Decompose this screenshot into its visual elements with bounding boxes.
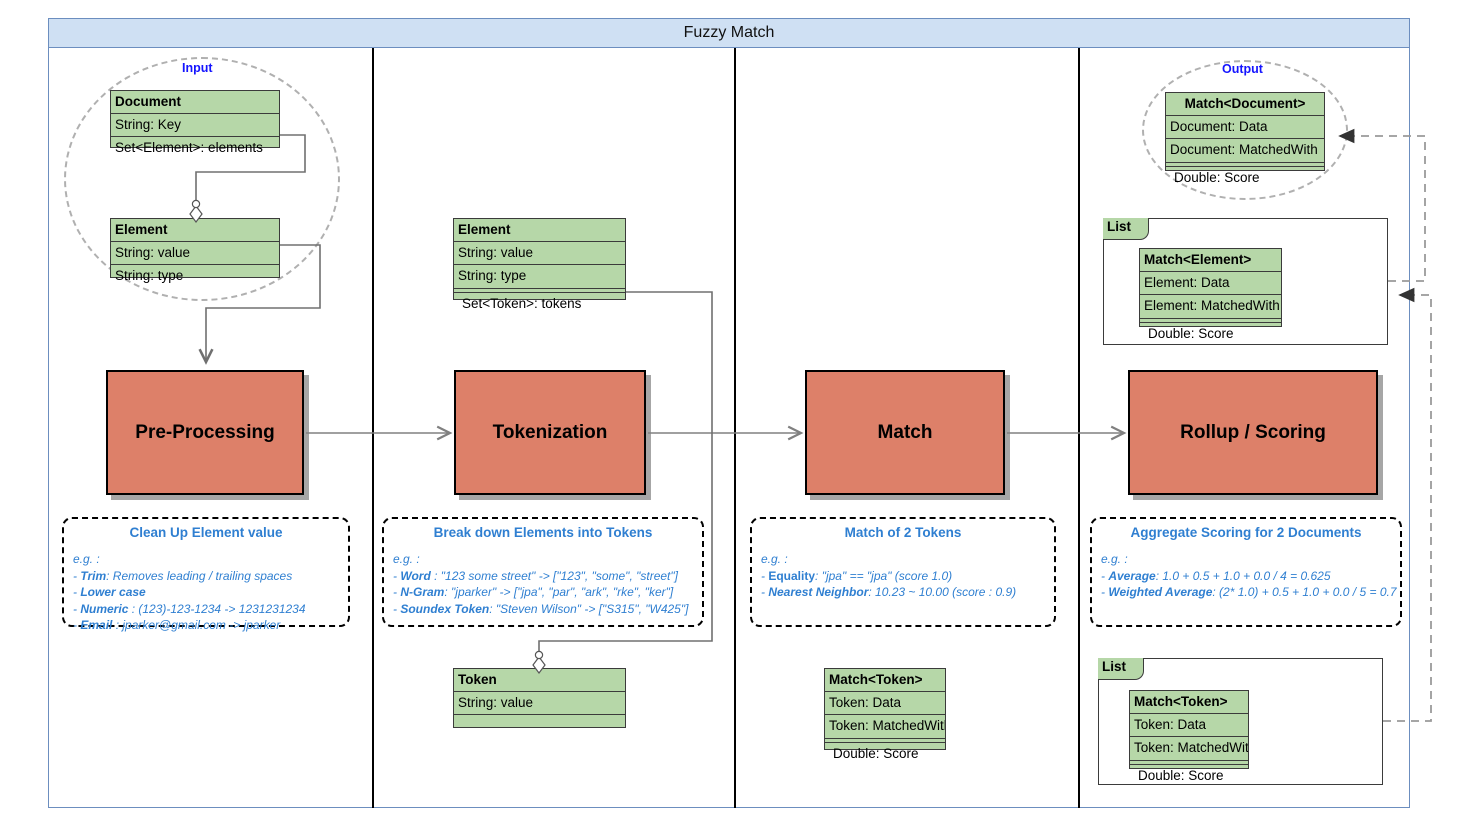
class-match-element-row-2: Double: Score <box>1140 321 1281 345</box>
class-element-tokenized-row-1: String: type <box>454 265 625 289</box>
class-match-document-row-0: Document: Data <box>1166 116 1324 140</box>
note-line: - Trim: Removes leading / trailing space… <box>73 568 293 583</box>
note-line: - N-Gram: "jparker" -> ["jpa", "par", "a… <box>393 585 674 600</box>
class-match-document-row-1: Document: MatchedWith <box>1166 139 1324 163</box>
process-pre-processing[interactable]: Pre-Processing <box>106 370 304 495</box>
note-2-title: Break down Elements into Tokens <box>433 525 653 540</box>
note-4-title: Aggregate Scoring for 2 Documents <box>1130 525 1362 540</box>
note-1-title: Clean Up Element value <box>129 525 283 540</box>
note-line: - Nearest Neighbor: 10.23 ~ 10.00 (score… <box>761 585 1017 600</box>
note-2-lines: e.g. : - Word : "123 some street" -> ["12… <box>393 551 693 617</box>
class-match-token-rollup: Match<Token> Token: Data Token: MatchedW… <box>1129 690 1249 783</box>
note-line: - Numeric : (123)-123-1234 -> 1231231234 <box>73 601 306 616</box>
note-line: - Average: 1.0 + 0.5 + 1.0 + 0.0 / 4 = 0… <box>1101 568 1331 583</box>
class-match-document-row-2: Double: Score <box>1166 165 1324 189</box>
class-token-header: Token <box>454 669 625 693</box>
class-match-token-row-1: Token: MatchedWith <box>825 715 945 739</box>
diagram-canvas: Fuzzy Match Input Document String: Key S… <box>0 0 1458 830</box>
class-match-token-row-2: Double: Score <box>825 741 945 765</box>
class-match-token-rollup-row-0: Token: Data <box>1130 714 1248 738</box>
class-element-input-row-0: String: value <box>111 242 279 266</box>
class-match-document: Match<Document> Document: Data Document:… <box>1165 92 1325 185</box>
note-line: - Soundex Token: "Steven Wilson" -> ["S3… <box>393 601 689 616</box>
lane-divider-3 <box>1078 48 1080 808</box>
class-element-tokenized-row-0: String: value <box>454 242 625 266</box>
note-3-lines: e.g. : - Equality: "jpa" == "jpa" (score … <box>761 551 1045 601</box>
class-match-token-row-0: Token: Data <box>825 692 945 716</box>
process-rollup-scoring[interactable]: Rollup / Scoring <box>1128 370 1378 495</box>
note-line: e.g. : <box>1101 552 1128 566</box>
output-group-label: Output <box>1222 62 1263 76</box>
note-line: - Equality: "jpa" == "jpa" (score 1.0) <box>761 568 953 583</box>
list-frame-token-tab: List <box>1098 658 1144 680</box>
page-title: Fuzzy Match <box>48 18 1410 48</box>
class-match-token-header: Match<Token> <box>825 669 945 693</box>
class-match-element-row-1: Element: MatchedWith <box>1140 295 1281 319</box>
class-document: Document String: Key Set<Element>: eleme… <box>110 90 280 155</box>
class-element-input: Element String: value String: type <box>110 218 280 283</box>
note-line: - Lower case <box>73 585 146 600</box>
class-match-element: Match<Element> Element: Data Element: Ma… <box>1139 248 1282 341</box>
class-element-input-header: Element <box>111 219 279 243</box>
note-3-title: Match of 2 Tokens <box>844 525 962 540</box>
lane-divider-2 <box>734 48 736 808</box>
note-line: - Word : "123 some street" -> ["123", "s… <box>393 568 678 583</box>
note-1-lines: e.g. : - Trim: Removes leading / trailing… <box>73 551 339 634</box>
class-token-row-1 <box>454 715 625 737</box>
class-match-document-header: Match<Document> <box>1166 93 1324 117</box>
note-line: e.g. : <box>393 552 420 566</box>
note-aggregate-scoring: Aggregate Scoring for 2 Documents e.g. :… <box>1090 517 1402 627</box>
note-4-lines: e.g. : - Average: 1.0 + 0.5 + 1.0 + 0.0 /… <box>1101 551 1397 601</box>
note-line: - Email : jparker@gmail.com -> jparker <box>73 618 281 633</box>
class-token: Token String: value <box>453 668 626 728</box>
process-tokenization[interactable]: Tokenization <box>454 370 646 495</box>
class-element-tokenized: Element String: value String: type Set<T… <box>453 218 626 311</box>
note-line: e.g. : <box>73 552 100 566</box>
class-match-element-header: Match<Element> <box>1140 249 1281 273</box>
class-element-tokenized-row-2: Set<Token>: tokens <box>454 291 625 315</box>
list-frame-element-tab: List <box>1103 218 1149 240</box>
note-clean-up-element-value: Clean Up Element value e.g. : - Trim: Rem… <box>62 517 350 632</box>
class-match-token-rollup-header: Match<Token> <box>1130 691 1248 715</box>
class-document-row-1: Set<Element>: elements <box>115 140 263 156</box>
class-element-input-row-1: String: type <box>115 268 184 284</box>
class-document-row-0: String: Key <box>111 114 279 138</box>
class-match-token-rollup-row-2: Double: Score <box>1130 763 1248 787</box>
class-match-token: Match<Token> Token: Data Token: MatchedW… <box>824 668 946 761</box>
note-line: - Weighted Average: (2* 1.0) + 0.5 + 1.0… <box>1101 585 1397 600</box>
process-match[interactable]: Match <box>805 370 1005 495</box>
class-document-header: Document <box>111 91 279 115</box>
class-element-tokenized-header: Element <box>454 219 625 243</box>
note-break-down-elements: Break down Elements into Tokens e.g. : - … <box>382 517 704 627</box>
lane-divider-1 <box>372 48 374 808</box>
class-token-row-0: String: value <box>454 692 625 716</box>
class-match-token-rollup-row-1: Token: MatchedWith <box>1130 737 1248 761</box>
note-match-of-2-tokens: Match of 2 Tokens e.g. : - Equality: "jpa… <box>750 517 1056 627</box>
input-group-label: Input <box>182 61 213 75</box>
note-line: e.g. : <box>761 552 788 566</box>
class-match-element-row-0: Element: Data <box>1140 272 1281 296</box>
